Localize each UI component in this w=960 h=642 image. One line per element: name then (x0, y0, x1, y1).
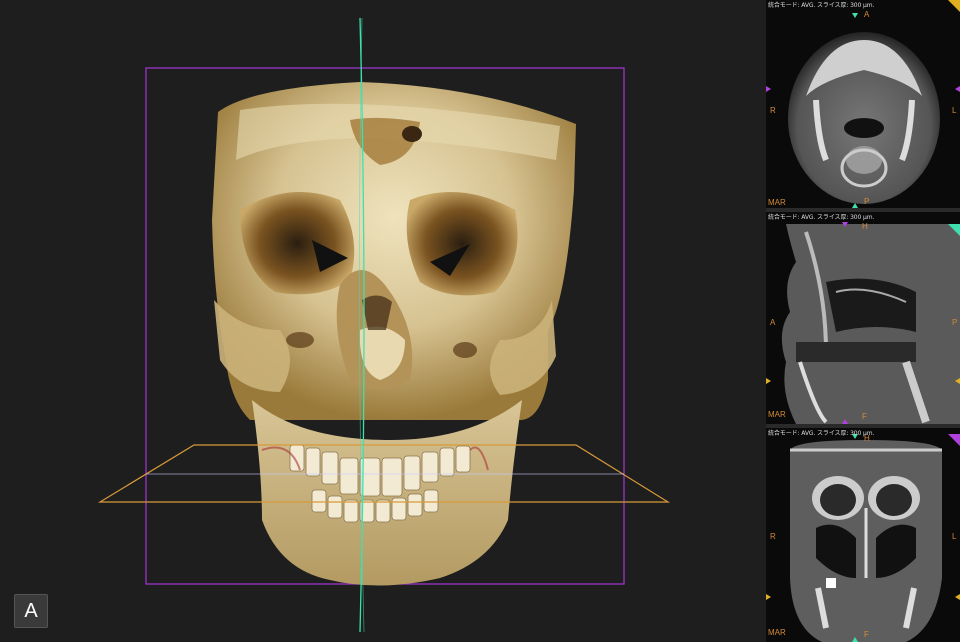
coronal-top-label: H (864, 434, 870, 443)
volume-render-view[interactable]: A (0, 0, 766, 642)
sagittal-corner-label: MAR (768, 410, 786, 419)
sagittal-right-label: P (952, 318, 958, 327)
axial-left-label: R (770, 106, 776, 115)
orientation-label: A (24, 599, 38, 622)
coronal-ct-image[interactable] (766, 428, 960, 642)
right-orbit (406, 192, 518, 296)
orientation-cube-button[interactable]: A (14, 594, 48, 628)
sagittal-slice-view[interactable]: 統合モード: AVG. スライス厚: 300 µm. H F A P MAR (766, 212, 960, 424)
coronal-left-label: R (770, 532, 776, 541)
skull-3d-render[interactable] (0, 0, 766, 642)
sagittal-bottom-label: F (862, 412, 867, 421)
axial-ct-image[interactable] (766, 0, 960, 208)
coronal-bottom-label: F (864, 630, 869, 639)
coronal-mode-text: 統合モード: AVG. スライス厚: 300 µm. (768, 430, 875, 437)
coronal-right-label: L (952, 532, 957, 541)
axial-top-label: A (864, 10, 870, 19)
coronal-corner-label: MAR (768, 628, 786, 637)
axial-mode-text: 統合モード: AVG. スライス厚: 300 µm. (768, 2, 875, 9)
mpr-side-panels: 統合モード: AVG. スライス厚: 300 µm. A P R L MAR 統… (766, 0, 960, 642)
sagittal-mode-text: 統合モード: AVG. スライス厚: 300 µm. (768, 214, 875, 221)
sagittal-left-label: A (770, 318, 776, 327)
axial-bottom-label: P (864, 197, 870, 206)
axial-slice-view[interactable]: 統合モード: AVG. スライス厚: 300 µm. A P R L MAR (766, 0, 960, 208)
sagittal-top-label: H (862, 222, 868, 231)
sagittal-ct-image[interactable] (766, 212, 960, 424)
coronal-slice-view[interactable]: 統合モード: AVG. スライス厚: 300 µm. H F R L MAR (766, 428, 960, 642)
axial-corner-label: MAR (768, 198, 786, 207)
axial-right-label: L (952, 106, 957, 115)
